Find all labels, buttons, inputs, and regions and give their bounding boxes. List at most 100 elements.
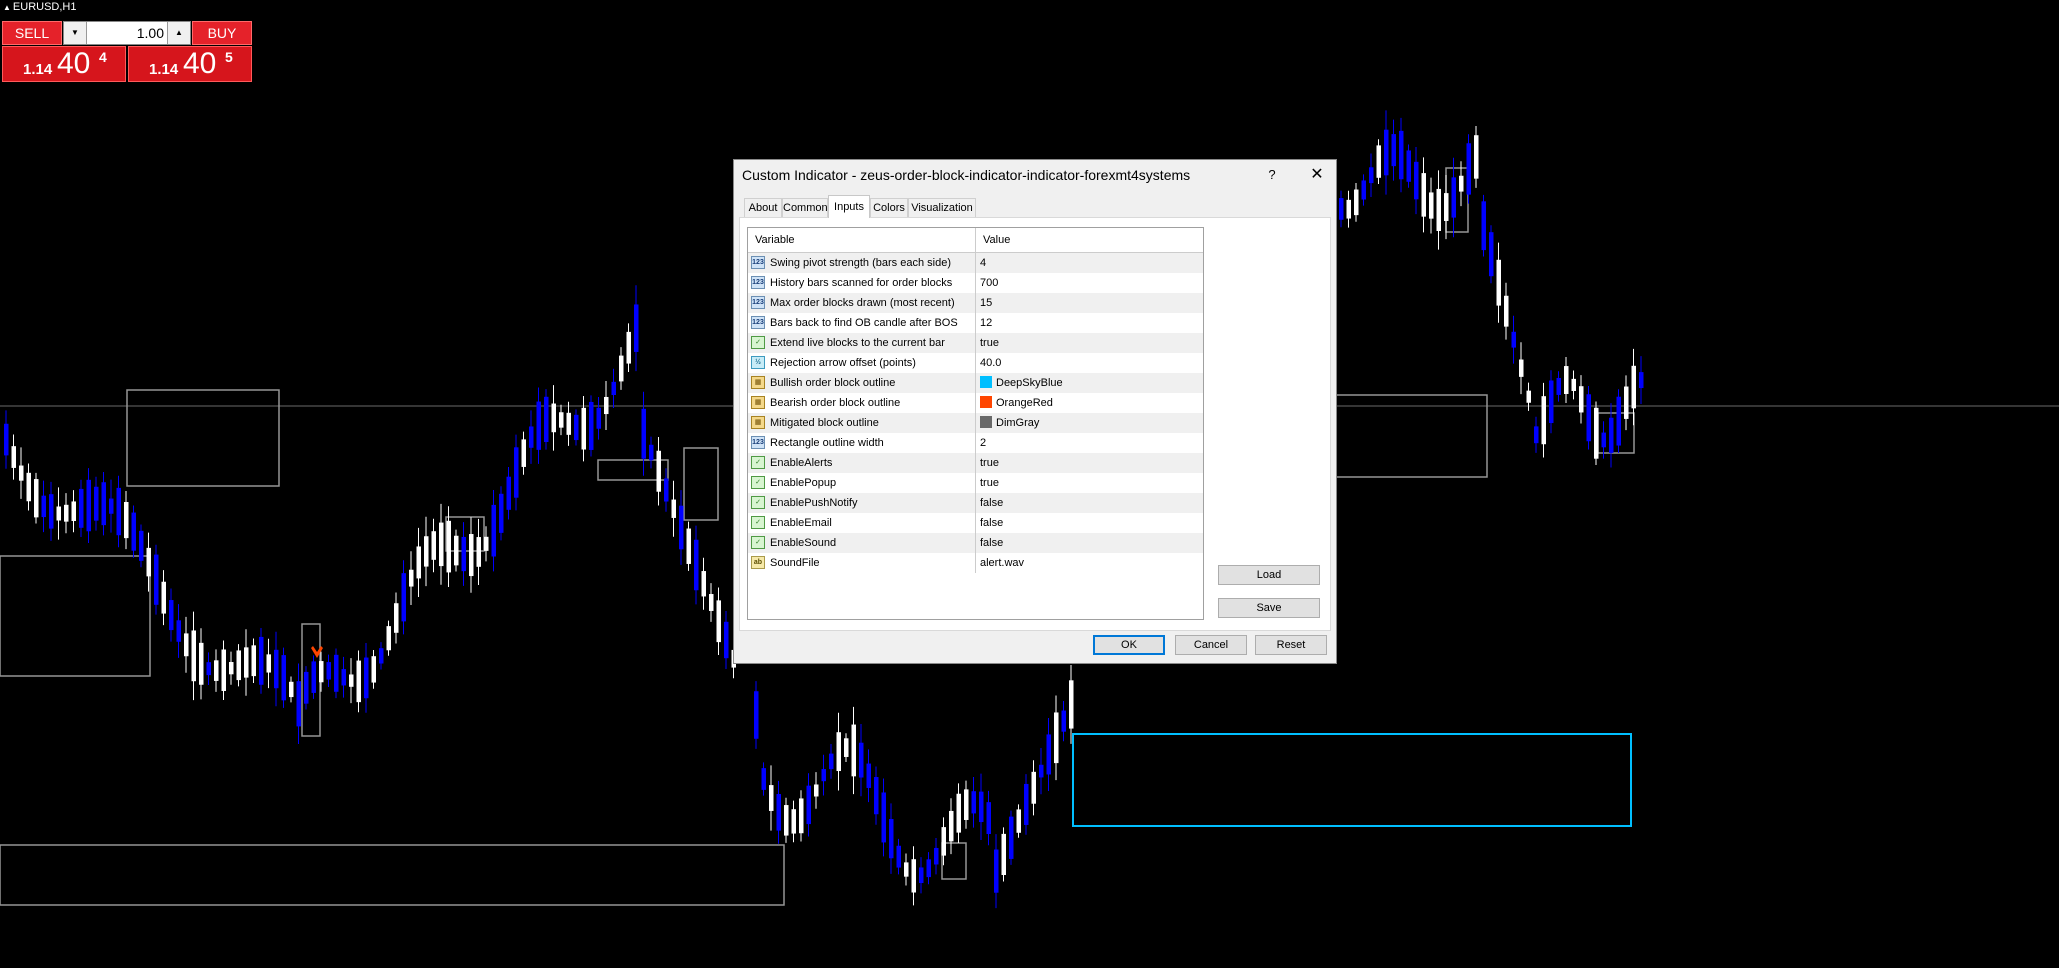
value-cell[interactable]: 4 (976, 253, 1203, 273)
tab-visualization[interactable]: Visualization (908, 198, 976, 217)
candle-body (1429, 192, 1434, 219)
value-cell[interactable]: OrangeRed (976, 393, 1203, 413)
table-row[interactable]: ab SoundFile alert.wav (748, 553, 1203, 573)
candle-body (986, 802, 991, 835)
candle-body (1564, 366, 1569, 394)
variable-name: EnablePushNotify (770, 497, 858, 509)
value-cell[interactable]: 12 (976, 313, 1203, 333)
table-row[interactable]: ▦ Mitigated block outline DimGray (748, 413, 1203, 433)
candle-body (259, 636, 264, 685)
candle-body (604, 396, 609, 415)
candle-body (694, 539, 699, 591)
table-row[interactable]: ✓ Extend live blocks to the current bar tr… (748, 333, 1203, 353)
table-row[interactable]: ▦ Bullish order block outline DeepSkyBlue (748, 373, 1203, 393)
ok-button[interactable]: OK (1093, 635, 1165, 655)
candle-body (911, 859, 916, 893)
value-cell[interactable]: DimGray (976, 413, 1203, 433)
candle-body (386, 626, 391, 651)
value-cell[interactable]: false (976, 493, 1203, 513)
help-icon[interactable]: ? (1260, 164, 1284, 186)
table-row[interactable]: ▦ Bearish order block outline OrangeRed (748, 393, 1203, 413)
tab-common[interactable]: Common (782, 198, 828, 217)
value-cell[interactable]: 15 (976, 293, 1203, 313)
table-row[interactable]: 123 History bars scanned for order blocks… (748, 273, 1203, 293)
value-cell[interactable]: 2 (976, 433, 1203, 453)
variable-name: History bars scanned for order blocks (770, 277, 953, 289)
table-row[interactable]: ✓ EnableEmail false (748, 513, 1203, 533)
lot-decrease-icon[interactable]: ▼ (64, 22, 87, 44)
close-icon[interactable]: ✕ (1302, 163, 1332, 187)
variable-value: 12 (980, 317, 993, 329)
candle-body (589, 401, 594, 450)
candle-body (439, 522, 444, 567)
tab-colors[interactable]: Colors (870, 198, 908, 217)
value-cell[interactable]: alert.wav (976, 553, 1203, 573)
table-row[interactable]: 123 Rectangle outline width 2 (748, 433, 1203, 453)
int-icon: 123 (751, 436, 765, 449)
column-header-variable[interactable]: Variable (748, 228, 976, 252)
custom-indicator-dialog: Custom Indicator - zeus-order-block-indi… (733, 159, 1337, 664)
save-button[interactable]: Save (1218, 598, 1320, 618)
lot-increase-icon[interactable]: ▲ (167, 22, 190, 44)
variable-name: Rejection arrow offset (points) (770, 357, 916, 369)
value-cell[interactable]: 700 (976, 273, 1203, 293)
variable-name: Bullish order block outline (770, 377, 896, 389)
candle-body (821, 769, 826, 782)
table-row[interactable]: ✓ EnableAlerts true (748, 453, 1203, 473)
cancel-button[interactable]: Cancel (1175, 635, 1247, 655)
table-row[interactable]: ½ Rejection arrow offset (points) 40.0 (748, 353, 1203, 373)
candle-body (596, 407, 601, 429)
table-row[interactable]: ✓ EnablePushNotify false (748, 493, 1203, 513)
tab-about[interactable]: About (744, 198, 782, 217)
value-cell[interactable]: true (976, 453, 1203, 473)
candle-body (506, 476, 511, 510)
variable-value: true (980, 337, 999, 349)
variable-cell: ½ Rejection arrow offset (points) (748, 353, 976, 373)
candle-body (319, 661, 324, 683)
candle-body (686, 528, 691, 564)
candle-body (1526, 390, 1531, 403)
buy-button[interactable]: BUY (192, 21, 252, 45)
value-cell[interactable]: false (976, 513, 1203, 533)
table-row[interactable]: 123 Bars back to find OB candle after BOS… (748, 313, 1203, 333)
candle-body (1556, 377, 1561, 395)
sell-button[interactable]: SELL (2, 21, 62, 45)
table-row[interactable]: ✓ EnableSound false (748, 533, 1203, 553)
load-button[interactable]: Load (1218, 565, 1320, 585)
candle-body (1039, 764, 1044, 778)
candle-body (1579, 386, 1584, 413)
value-cell[interactable]: true (976, 473, 1203, 493)
candle-body (866, 763, 871, 788)
table-row[interactable]: ✓ EnablePopup true (748, 473, 1203, 493)
candle-body (206, 662, 211, 676)
candle-body (431, 531, 436, 560)
lot-size-input[interactable] (88, 22, 166, 44)
order-block-rect (683, 447, 719, 521)
candle-body (1504, 295, 1509, 327)
bid-price-button[interactable]: 1.14 40 4 (2, 46, 126, 82)
column-header-value[interactable]: Value (976, 228, 1203, 252)
table-row[interactable]: 123 Max order blocks drawn (most recent) 1… (748, 293, 1203, 313)
color-icon: ▦ (751, 396, 765, 409)
candle-body (101, 482, 106, 526)
value-cell[interactable]: DeepSkyBlue (976, 373, 1203, 393)
table-row[interactable]: 123 Swing pivot strength (bars each side)… (748, 253, 1203, 273)
tab-inputs[interactable]: Inputs (828, 195, 870, 218)
candle-body (521, 439, 526, 467)
candle-body (11, 446, 16, 468)
candle-body (949, 810, 954, 842)
candle-body (1001, 833, 1006, 876)
candle-body (1421, 173, 1426, 217)
bool-icon: ✓ (751, 476, 765, 489)
value-cell[interactable]: false (976, 533, 1203, 553)
value-cell[interactable]: 40.0 (976, 353, 1203, 373)
value-cell[interactable]: true (976, 333, 1203, 353)
candle-body (1586, 394, 1591, 442)
ask-price-fraction: 5 (225, 49, 233, 65)
candle-body (701, 571, 706, 597)
ask-price-button[interactable]: 1.14 40 5 (128, 46, 252, 82)
candle-body (529, 426, 534, 448)
reset-button[interactable]: Reset (1255, 635, 1327, 655)
candle-body (161, 581, 166, 614)
candle-body (1511, 331, 1516, 348)
